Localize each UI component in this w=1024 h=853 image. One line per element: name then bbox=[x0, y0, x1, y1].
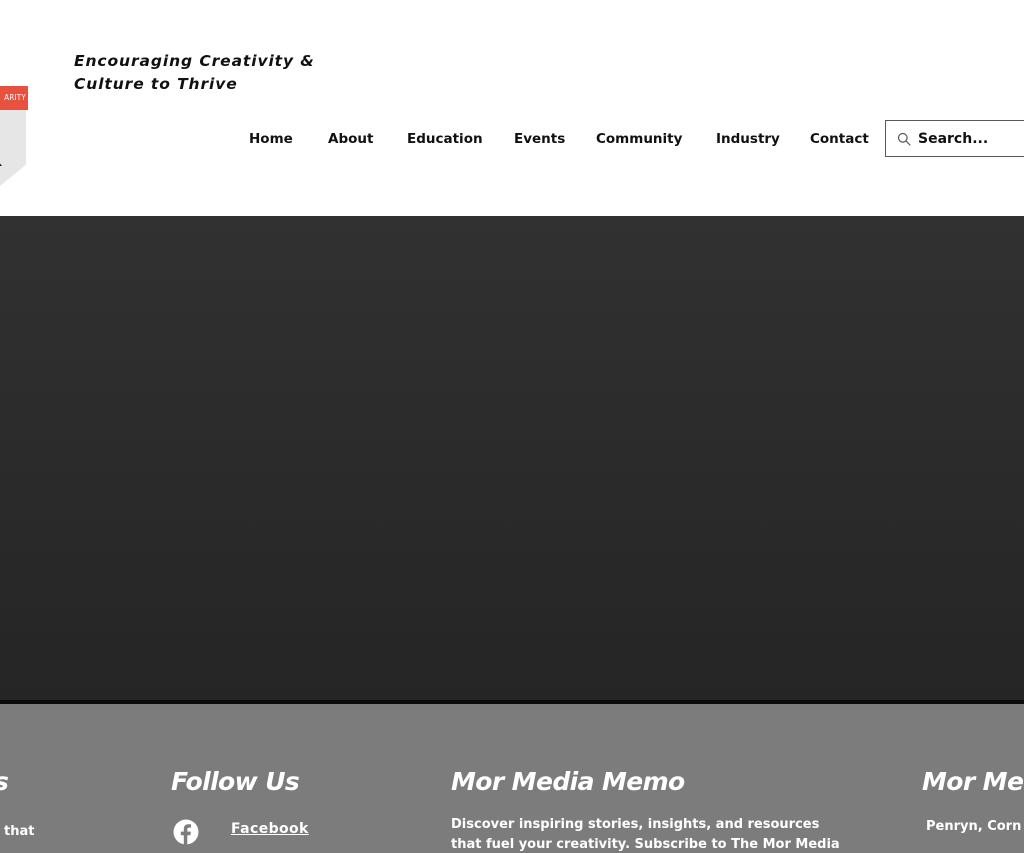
site-footer: s that Follow Us Facebook Mor Media Memo… bbox=[0, 704, 1024, 853]
search-input[interactable] bbox=[918, 129, 1024, 149]
nav-item-about[interactable]: About bbox=[328, 129, 373, 149]
site-tagline: Encouraging Creativity & Culture to Thri… bbox=[74, 50, 315, 96]
facebook-icon[interactable] bbox=[173, 819, 199, 845]
nav-item-community[interactable]: Community bbox=[596, 129, 682, 149]
hero-banner bbox=[0, 216, 1024, 701]
tagline-line-1: Encouraging Creativity & bbox=[74, 52, 315, 70]
logo-shield bbox=[0, 110, 26, 186]
footer-col1-heading: s bbox=[0, 762, 9, 802]
memo-text-line-2: that fuel your creativity. Subscribe to … bbox=[451, 837, 840, 852]
nav-item-contact[interactable]: Contact bbox=[810, 129, 869, 149]
site-header: ARITY Encouraging Creativity & Culture t… bbox=[0, 0, 1024, 216]
contact-heading: Mor Med bbox=[922, 767, 1024, 796]
memo-heading: Mor Media Memo bbox=[451, 767, 685, 796]
follow-us-heading: Follow Us bbox=[171, 767, 300, 796]
footer-col1-text: that bbox=[4, 824, 35, 839]
contact-address: Penryn, Corn bbox=[926, 819, 1022, 834]
search-icon bbox=[897, 132, 911, 146]
search-box[interactable] bbox=[885, 120, 1024, 157]
nav-item-events[interactable]: Events bbox=[514, 129, 565, 149]
nav-item-education[interactable]: Education bbox=[407, 129, 483, 149]
facebook-link[interactable]: Facebook bbox=[231, 819, 309, 839]
logo-banner: ARITY bbox=[0, 86, 28, 110]
site-logo[interactable]: ARITY bbox=[0, 86, 30, 186]
nav-item-industry[interactable]: Industry bbox=[716, 129, 780, 149]
nav-item-home[interactable]: Home bbox=[249, 129, 293, 149]
memo-text-line-1: Discover inspiring stories, insights, an… bbox=[451, 817, 820, 832]
tagline-line-2: Culture to Thrive bbox=[74, 75, 238, 93]
